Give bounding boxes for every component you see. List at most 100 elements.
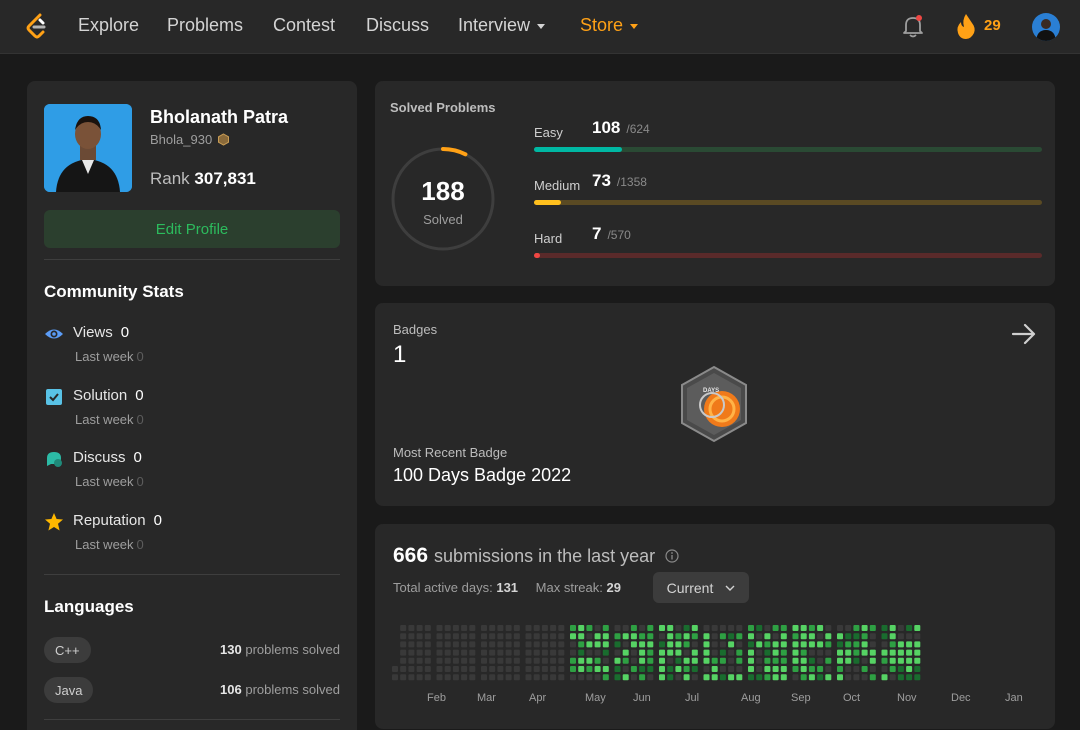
heatmap-cell[interactable] (513, 641, 520, 648)
heatmap-cell[interactable] (837, 625, 843, 631)
heatmap-cell[interactable] (792, 641, 799, 648)
heatmap-cell[interactable] (853, 633, 860, 640)
heatmap-cell[interactable] (869, 657, 876, 664)
heatmap-cell[interactable] (497, 649, 504, 656)
heatmap-cell[interactable] (469, 657, 476, 664)
heatmap-cell[interactable] (614, 649, 621, 656)
heatmap-cell[interactable] (578, 657, 585, 664)
heatmap-cell[interactable] (525, 674, 532, 681)
heatmap-cell[interactable] (837, 633, 843, 640)
heatmap-cell[interactable] (639, 657, 646, 664)
heatmap-cell[interactable] (541, 641, 548, 648)
heatmap-cell[interactable] (400, 674, 407, 681)
heatmap-cell[interactable] (780, 625, 787, 631)
heatmap-cell[interactable] (711, 674, 718, 681)
heatmap-cell[interactable] (897, 633, 904, 640)
heatmap-cell[interactable] (825, 666, 832, 672)
heatmap-cell[interactable] (416, 649, 423, 656)
heatmap-cell[interactable] (817, 641, 824, 648)
heatmap-cell[interactable] (525, 625, 532, 631)
heatmap-cell[interactable] (639, 649, 646, 656)
heatmap-cell[interactable] (845, 666, 852, 672)
heatmap-cell[interactable] (808, 666, 815, 672)
heatmap-cell[interactable] (505, 625, 512, 631)
heatmap-cell[interactable] (558, 674, 565, 681)
heatmap-cell[interactable] (897, 674, 904, 681)
heatmap-cell[interactable] (889, 674, 896, 681)
heatmap-cell[interactable] (719, 633, 726, 640)
heatmap-cell[interactable] (594, 625, 601, 631)
heatmap-cell[interactable] (489, 666, 496, 672)
heatmap-cell[interactable] (570, 649, 576, 656)
heatmap-cell[interactable] (533, 666, 540, 672)
heatmap-cell[interactable] (513, 649, 520, 656)
heatmap-cell[interactable] (586, 633, 593, 640)
heatmap-cell[interactable] (586, 674, 593, 681)
heatmap-cell[interactable] (764, 674, 771, 681)
heatmap-cell[interactable] (424, 674, 431, 681)
heatmap-cell[interactable] (436, 633, 443, 640)
heatmap-cell[interactable] (719, 674, 726, 681)
heatmap-cell[interactable] (525, 657, 532, 664)
heatmap-cell[interactable] (533, 674, 540, 681)
heatmap-cell[interactable] (614, 625, 621, 631)
heatmap-cell[interactable] (780, 649, 787, 656)
heatmap-cell[interactable] (558, 666, 565, 672)
heatmap-cell[interactable] (792, 674, 799, 681)
heatmap-cell[interactable] (408, 641, 415, 648)
heatmap-cell[interactable] (461, 666, 468, 672)
heatmap-cell[interactable] (756, 641, 763, 648)
heatmap-cell[interactable] (647, 674, 654, 681)
heatmap-cell[interactable] (469, 625, 476, 631)
heatmap-cell[interactable] (586, 657, 593, 664)
heatmap-cell[interactable] (594, 674, 601, 681)
heatmap-cell[interactable] (630, 641, 637, 648)
heatmap-cell[interactable] (780, 666, 787, 672)
heatmap-cell[interactable] (675, 657, 682, 664)
heatmap-cell[interactable] (481, 666, 487, 672)
heatmap-cell[interactable] (748, 666, 754, 672)
heatmap-cell[interactable] (748, 649, 754, 656)
heatmap-cell[interactable] (630, 649, 637, 656)
heatmap-cell[interactable] (469, 641, 476, 648)
heatmap-cell[interactable] (736, 625, 743, 631)
heatmap-cell[interactable] (594, 633, 601, 640)
heatmap-cell[interactable] (444, 641, 451, 648)
heatmap-cell[interactable] (906, 666, 913, 672)
heatmap-cell[interactable] (736, 666, 743, 672)
heatmap-cell[interactable] (444, 666, 451, 672)
heatmap-cell[interactable] (578, 625, 585, 631)
heatmap-cell[interactable] (772, 674, 779, 681)
heatmap-cell[interactable] (424, 657, 431, 664)
heatmap-cell[interactable] (861, 657, 868, 664)
heatmap-cell[interactable] (558, 625, 565, 631)
heatmap-cell[interactable] (469, 674, 476, 681)
heatmap-cell[interactable] (525, 649, 532, 656)
heatmap-cell[interactable] (622, 649, 629, 656)
heatmap-cell[interactable] (881, 674, 888, 681)
heatmap-cell[interactable] (808, 641, 815, 648)
heatmap-cell[interactable] (586, 649, 593, 656)
heatmap-cell[interactable] (780, 641, 787, 648)
heatmap-cell[interactable] (647, 649, 654, 656)
heatmap-cell[interactable] (780, 657, 787, 664)
heatmap-cell[interactable] (630, 625, 637, 631)
heatmap-cell[interactable] (533, 633, 540, 640)
heatmap-cell[interactable] (719, 625, 726, 631)
heatmap-cell[interactable] (659, 657, 665, 664)
heatmap-cell[interactable] (861, 666, 868, 672)
language-tag[interactable]: C++ (44, 637, 91, 663)
heatmap-cell[interactable] (869, 666, 876, 672)
heatmap-cell[interactable] (497, 625, 504, 631)
heatmap-cell[interactable] (444, 674, 451, 681)
heatmap-cell[interactable] (845, 641, 852, 648)
heatmap-cell[interactable] (897, 657, 904, 664)
heatmap-cell[interactable] (703, 649, 710, 656)
heatmap-cell[interactable] (889, 625, 896, 631)
notification-bell-icon[interactable] (902, 14, 924, 38)
heatmap-cell[interactable] (881, 657, 888, 664)
heatmap-cell[interactable] (719, 666, 726, 672)
heatmap-cell[interactable] (837, 674, 843, 681)
heatmap-cell[interactable] (906, 649, 913, 656)
heatmap-cell[interactable] (505, 633, 512, 640)
